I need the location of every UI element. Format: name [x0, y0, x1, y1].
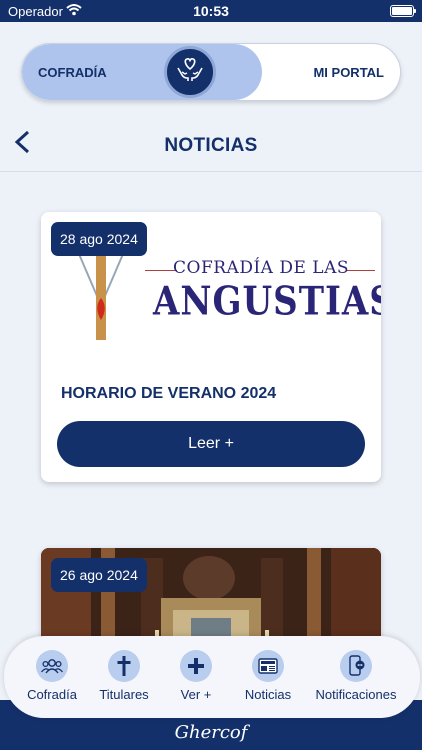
logo-text-line1: COFRADÍA DE LAS: [173, 258, 349, 278]
battery-icon: [390, 5, 416, 17]
news-card[interactable]: COFRADÍA DE LAS ANGUSTIAS 28 ago 2024 HO…: [41, 212, 381, 482]
header-divider: [0, 171, 422, 172]
news-image[interactable]: COFRADÍA DE LAS ANGUSTIAS 28 ago 2024: [41, 212, 381, 365]
section-toggle[interactable]: COFRADÍA MI PORTAL: [21, 43, 401, 101]
news-title[interactable]: HORARIO DE VERANO 2024: [61, 385, 276, 403]
clock: 10:53: [193, 3, 229, 19]
hands-heart-icon: [175, 56, 205, 89]
group-icon: [36, 650, 68, 682]
tab-label: Cofradía: [27, 687, 77, 702]
tab-noticias[interactable]: Noticias: [240, 650, 296, 702]
tab-titulares[interactable]: Titulares: [96, 650, 152, 702]
tab-notificaciones[interactable]: Notificaciones: [308, 650, 404, 702]
toggle-cofradia-label[interactable]: COFRADÍA: [38, 65, 107, 80]
tab-cofradia[interactable]: Cofradía: [22, 650, 82, 702]
plus-icon: [180, 650, 212, 682]
logo-text-line2: ANGUSTIAS: [153, 279, 381, 325]
newspaper-icon: [252, 650, 284, 682]
tab-label: Titulares: [99, 687, 149, 702]
date-badge: 26 ago 2024: [51, 558, 147, 592]
cross-icon: [108, 650, 140, 682]
tab-ver-mas[interactable]: Ver +: [172, 650, 220, 702]
tab-label: Notificaciones: [315, 687, 397, 702]
phone-chat-icon: [340, 650, 372, 682]
status-bar: Operador 10:53: [0, 0, 422, 22]
date-badge: 28 ago 2024: [51, 222, 147, 256]
page-title: NOTICIAS: [164, 135, 258, 156]
crucifix-logo-icon: [77, 252, 125, 347]
tab-bar: Cofradía Titulares Ver + Noticias Notifi…: [4, 636, 420, 718]
tab-label: Noticias: [244, 687, 292, 702]
toggle-knob[interactable]: [164, 46, 216, 98]
brand-logo: Ghercof: [174, 722, 248, 743]
read-more-button[interactable]: Leer +: [57, 421, 365, 467]
toggle-mi-portal-label[interactable]: MI PORTAL: [313, 65, 384, 80]
tab-label: Ver +: [180, 687, 212, 702]
